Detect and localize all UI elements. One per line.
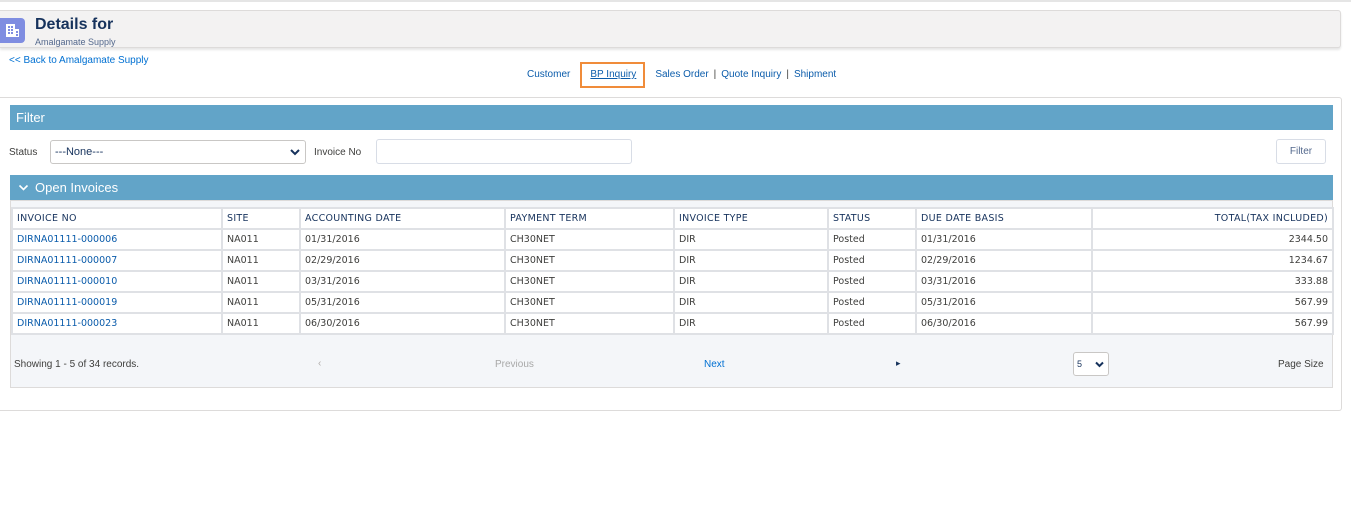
nav-bp-inquiry[interactable]: BP Inquiry (590, 69, 636, 80)
cell-accounting-date: 03/31/2016 (299, 270, 506, 293)
cell-status: Posted (827, 312, 917, 335)
table-row: DIRNA01111-000007 NA011 02/29/2016 CH30N… (11, 249, 1334, 272)
cell-invoice-type: DIR (673, 312, 829, 335)
nav-separator: | (713, 69, 717, 80)
invoices-table: INVOICE NO SITE ACCOUNTING DATE PAYMENT … (11, 207, 1334, 335)
cell-due-date: 03/31/2016 (915, 270, 1093, 293)
cell-site: NA011 (221, 249, 301, 272)
col-total[interactable]: TOTAL(TAX INCLUDED) (1091, 207, 1334, 230)
col-payment-term[interactable]: PAYMENT TERM (504, 207, 675, 230)
nav-customer[interactable]: Customer (527, 69, 570, 80)
cell-status: Posted (827, 228, 917, 251)
invoice-link[interactable]: DIRNA01111-000006 (11, 228, 223, 251)
cell-payment-term: CH30NET (504, 228, 675, 251)
cell-site: NA011 (221, 228, 301, 251)
status-select[interactable]: ---None--- (50, 140, 306, 164)
page-title: Details for (35, 16, 114, 33)
next-button[interactable]: Next (704, 359, 725, 370)
cell-invoice-type: DIR (673, 228, 829, 251)
filter-heading: Filter (10, 105, 1333, 130)
cell-accounting-date: 06/30/2016 (299, 312, 506, 335)
related-nav: Customer BP Inquiry Sales Order | Quote Inqu… (527, 62, 836, 88)
col-site[interactable]: SITE (221, 207, 301, 230)
filter-button[interactable]: Filter (1276, 139, 1326, 164)
back-link[interactable]: << Back to Amalgamate Supply (9, 55, 149, 66)
cell-accounting-date: 01/31/2016 (299, 228, 506, 251)
col-due-date-basis[interactable]: DUE DATE BASIS (915, 207, 1093, 230)
cell-site: NA011 (221, 291, 301, 314)
cell-site: NA011 (221, 312, 301, 335)
page-subtitle: Amalgamate Supply (35, 37, 116, 47)
cell-invoice-type: DIR (673, 249, 829, 272)
open-invoices-toggle[interactable]: Open Invoices (10, 175, 1333, 200)
cell-payment-term: CH30NET (504, 249, 675, 272)
cell-due-date: 01/31/2016 (915, 228, 1093, 251)
col-invoice-type[interactable]: INVOICE TYPE (673, 207, 829, 230)
cell-total: 333.88 (1091, 270, 1334, 293)
cell-invoice-type: DIR (673, 270, 829, 293)
col-status[interactable]: STATUS (827, 207, 917, 230)
table-row: DIRNA01111-000010 NA011 03/31/2016 CH30N… (11, 270, 1334, 293)
nav-shipment[interactable]: Shipment (794, 69, 836, 80)
cell-total: 567.99 (1091, 312, 1334, 335)
invoice-no-input[interactable] (376, 139, 632, 164)
page-size-label: Page Size (1278, 359, 1324, 370)
cell-payment-term: CH30NET (504, 312, 675, 335)
chevron-right-icon[interactable]: ▸ (896, 358, 901, 369)
table-header-row: INVOICE NO SITE ACCOUNTING DATE PAYMENT … (11, 207, 1334, 230)
table-row: DIRNA01111-000023 NA011 06/30/2016 CH30N… (11, 312, 1334, 335)
col-accounting-date[interactable]: ACCOUNTING DATE (299, 207, 506, 230)
nav-bp-inquiry-highlight: BP Inquiry (580, 62, 646, 88)
status-select-value: ---None--- (55, 146, 104, 158)
col-invoice-no[interactable]: INVOICE NO (11, 207, 223, 230)
chevron-down-icon (289, 146, 301, 161)
open-invoices-heading: Open Invoices (35, 180, 119, 195)
cell-status: Posted (827, 249, 917, 272)
cell-status: Posted (827, 270, 917, 293)
previous-button[interactable]: Previous (495, 359, 534, 370)
cell-total: 1234.67 (1091, 249, 1334, 272)
invoice-link[interactable]: DIRNA01111-000010 (11, 270, 223, 293)
invoice-link[interactable]: DIRNA01111-000007 (11, 249, 223, 272)
invoice-link[interactable]: DIRNA01111-000023 (11, 312, 223, 335)
building-icon (0, 18, 25, 43)
table-row: DIRNA01111-000019 NA011 05/31/2016 CH30N… (11, 291, 1334, 314)
cell-payment-term: CH30NET (504, 270, 675, 293)
nav-separator: | (786, 69, 789, 80)
page-size-value: 5 (1077, 359, 1083, 369)
chevron-left-icon[interactable]: ‹ (318, 358, 321, 369)
page-header: Details for Amalgamate Supply (0, 10, 1341, 48)
chevron-down-icon (18, 181, 29, 196)
cell-accounting-date: 05/31/2016 (299, 291, 506, 314)
chevron-down-icon (1094, 359, 1105, 372)
cell-status: Posted (827, 291, 917, 314)
cell-due-date: 06/30/2016 (915, 312, 1093, 335)
cell-accounting-date: 02/29/2016 (299, 249, 506, 272)
cell-site: NA011 (221, 270, 301, 293)
status-label: Status (9, 147, 38, 158)
cell-total: 2344.50 (1091, 228, 1334, 251)
cell-invoice-type: DIR (673, 291, 829, 314)
page-size-select[interactable]: 5 (1073, 352, 1109, 376)
cell-payment-term: CH30NET (504, 291, 675, 314)
top-border (0, 0, 1351, 2)
invoices-table-container: INVOICE NO SITE ACCOUNTING DATE PAYMENT … (10, 200, 1334, 388)
invoice-no-label: Invoice No (314, 147, 362, 158)
invoice-link[interactable]: DIRNA01111-000019 (11, 291, 223, 314)
cell-due-date: 05/31/2016 (915, 291, 1093, 314)
records-count: Showing 1 - 5 of 34 records. (14, 359, 140, 370)
cell-total: 567.99 (1091, 291, 1334, 314)
nav-sales-order[interactable]: Sales Order (655, 69, 708, 80)
nav-quote-inquiry[interactable]: Quote Inquiry (721, 69, 781, 80)
cell-due-date: 02/29/2016 (915, 249, 1093, 272)
table-row: DIRNA01111-000006 NA011 01/31/2016 CH30N… (11, 228, 1334, 251)
